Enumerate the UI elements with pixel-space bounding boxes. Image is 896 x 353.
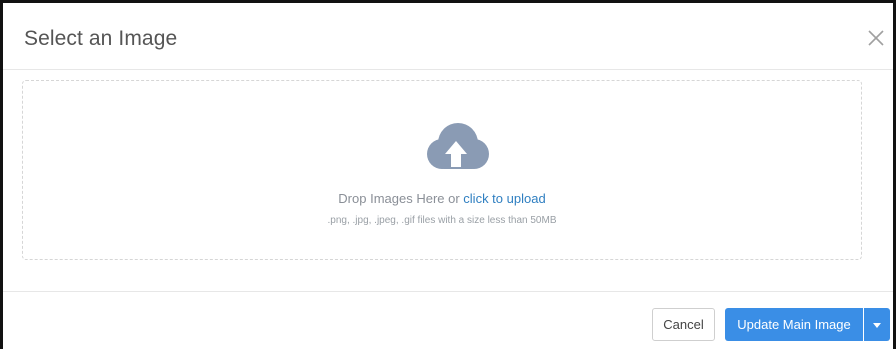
dropzone-prompt: Drop Images Here or click to upload: [23, 191, 861, 206]
modal-footer: Cancel Update Main Image: [3, 291, 893, 353]
cloud-upload-icon: [427, 123, 489, 169]
click-to-upload-link[interactable]: click to upload: [463, 191, 545, 206]
dropzone-prompt-text: Drop Images Here or: [338, 191, 464, 206]
update-options-dropdown-button[interactable]: [864, 308, 890, 341]
modal-title: Select an Image: [24, 27, 178, 50]
select-image-modal: Select an Image Drop Images Here or clic…: [0, 0, 896, 349]
image-dropzone[interactable]: Drop Images Here or click to upload .png…: [22, 80, 862, 260]
modal-header: Select an Image: [3, 3, 893, 70]
update-main-image-button[interactable]: Update Main Image: [725, 308, 863, 341]
cancel-button[interactable]: Cancel: [652, 308, 715, 341]
close-icon: [868, 30, 884, 46]
dropzone-file-hint: .png, .jpg, .jpeg, .gif files with a siz…: [327, 215, 557, 226]
close-button[interactable]: [865, 27, 887, 49]
caret-down-icon: [873, 323, 881, 328]
